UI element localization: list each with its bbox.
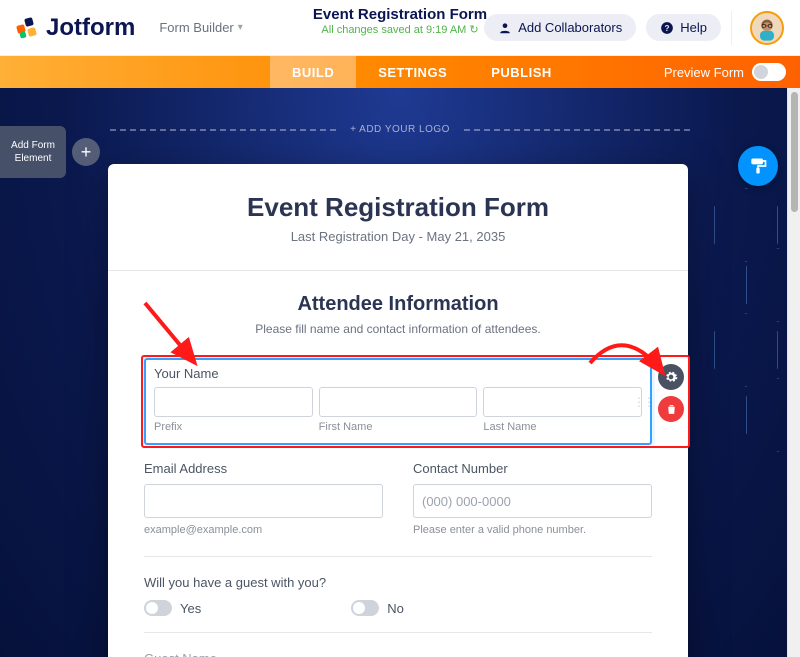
scrollbar-thumb[interactable] xyxy=(791,92,798,212)
logo-dropzone[interactable]: + ADD YOUR LOGO xyxy=(110,124,690,135)
phone-label: Contact Number xyxy=(413,461,652,476)
form-designer-button[interactable] xyxy=(738,146,778,186)
guest-name-label: Guest Name xyxy=(144,651,652,657)
hex-bg-icon xyxy=(714,313,778,387)
last-name-input[interactable] xyxy=(483,387,642,417)
radio-toggle-icon[interactable] xyxy=(351,600,379,616)
field-settings-button[interactable] xyxy=(658,364,684,390)
header-title-block: Event Registration Form All changes save… xyxy=(313,6,487,36)
form-canvas: Add Form Element + + ADD YOUR LOGO Event… xyxy=(0,88,800,657)
user-icon xyxy=(498,21,512,35)
add-logo-label: + ADD YOUR LOGO xyxy=(336,124,464,135)
divider xyxy=(731,11,732,45)
avatar-icon xyxy=(753,14,781,42)
section-title[interactable]: Attendee Information xyxy=(144,293,652,316)
question-icon: ? xyxy=(660,21,674,35)
prefix-input[interactable] xyxy=(154,387,313,417)
first-name-input[interactable] xyxy=(319,387,478,417)
gear-icon xyxy=(664,370,678,384)
builder-nav: BUILD SETTINGS PUBLISH Preview Form xyxy=(0,56,800,88)
app-header: Jotform Form Builder▾ Event Registration… xyxy=(0,0,800,56)
refresh-icon[interactable]: ↻ xyxy=(469,24,478,36)
email-label: Email Address xyxy=(144,461,383,476)
tab-build[interactable]: BUILD xyxy=(270,56,356,88)
field-delete-button[interactable] xyxy=(658,396,684,422)
chevron-down-icon: ▾ xyxy=(238,22,243,33)
logo[interactable]: Jotform xyxy=(16,14,135,42)
logo-icon xyxy=(16,16,40,40)
trash-icon xyxy=(665,403,678,416)
svg-text:?: ? xyxy=(665,23,670,32)
name-field-block[interactable]: Your Name Prefix First Name Last Name xyxy=(144,358,652,445)
scrollbar[interactable] xyxy=(787,88,800,657)
logo-text: Jotform xyxy=(46,14,135,42)
email-input[interactable] xyxy=(144,484,383,518)
last-name-sublabel: Last Name xyxy=(483,421,642,433)
preview-label: Preview Form xyxy=(664,65,744,80)
add-element-plus-icon[interactable]: + xyxy=(72,138,100,166)
hex-bg-icon xyxy=(714,188,778,262)
section-subtitle[interactable]: Please fill name and contact information… xyxy=(144,322,652,336)
tab-settings[interactable]: SETTINGS xyxy=(356,56,469,88)
header-form-title: Event Registration Form xyxy=(313,6,487,23)
paint-roller-icon xyxy=(748,156,768,176)
add-collaborators-button[interactable]: Add Collaborators xyxy=(484,14,636,41)
prefix-sublabel: Prefix xyxy=(154,421,313,433)
email-hint: example@example.com xyxy=(144,524,383,536)
phone-input[interactable] xyxy=(413,484,652,518)
tab-publish[interactable]: PUBLISH xyxy=(469,56,574,88)
preview-toggle[interactable] xyxy=(752,63,786,81)
radio-toggle-icon[interactable] xyxy=(144,600,172,616)
avatar[interactable] xyxy=(750,11,784,45)
guest-yes-option[interactable]: Yes xyxy=(144,600,201,616)
drag-handle-icon[interactable]: ⋮⋮ xyxy=(633,395,653,409)
guest-question: Will you have a guest with you? xyxy=(144,575,652,590)
first-name-sublabel: First Name xyxy=(319,421,478,433)
add-form-element-button[interactable]: Add Form Element xyxy=(0,126,66,178)
help-button[interactable]: ? Help xyxy=(646,14,721,41)
form-card: Event Registration Form Last Registratio… xyxy=(108,164,688,657)
form-title[interactable]: Event Registration Form xyxy=(144,192,652,223)
mode-selector[interactable]: Form Builder▾ xyxy=(159,20,242,35)
guest-no-option[interactable]: No xyxy=(351,600,404,616)
phone-hint: Please enter a valid phone number. xyxy=(413,524,652,536)
form-subtitle[interactable]: Last Registration Day - May 21, 2035 xyxy=(144,229,652,244)
name-field-label: Your Name xyxy=(154,366,642,381)
saved-status: All changes saved at 9:19 AM↻ xyxy=(313,23,487,36)
